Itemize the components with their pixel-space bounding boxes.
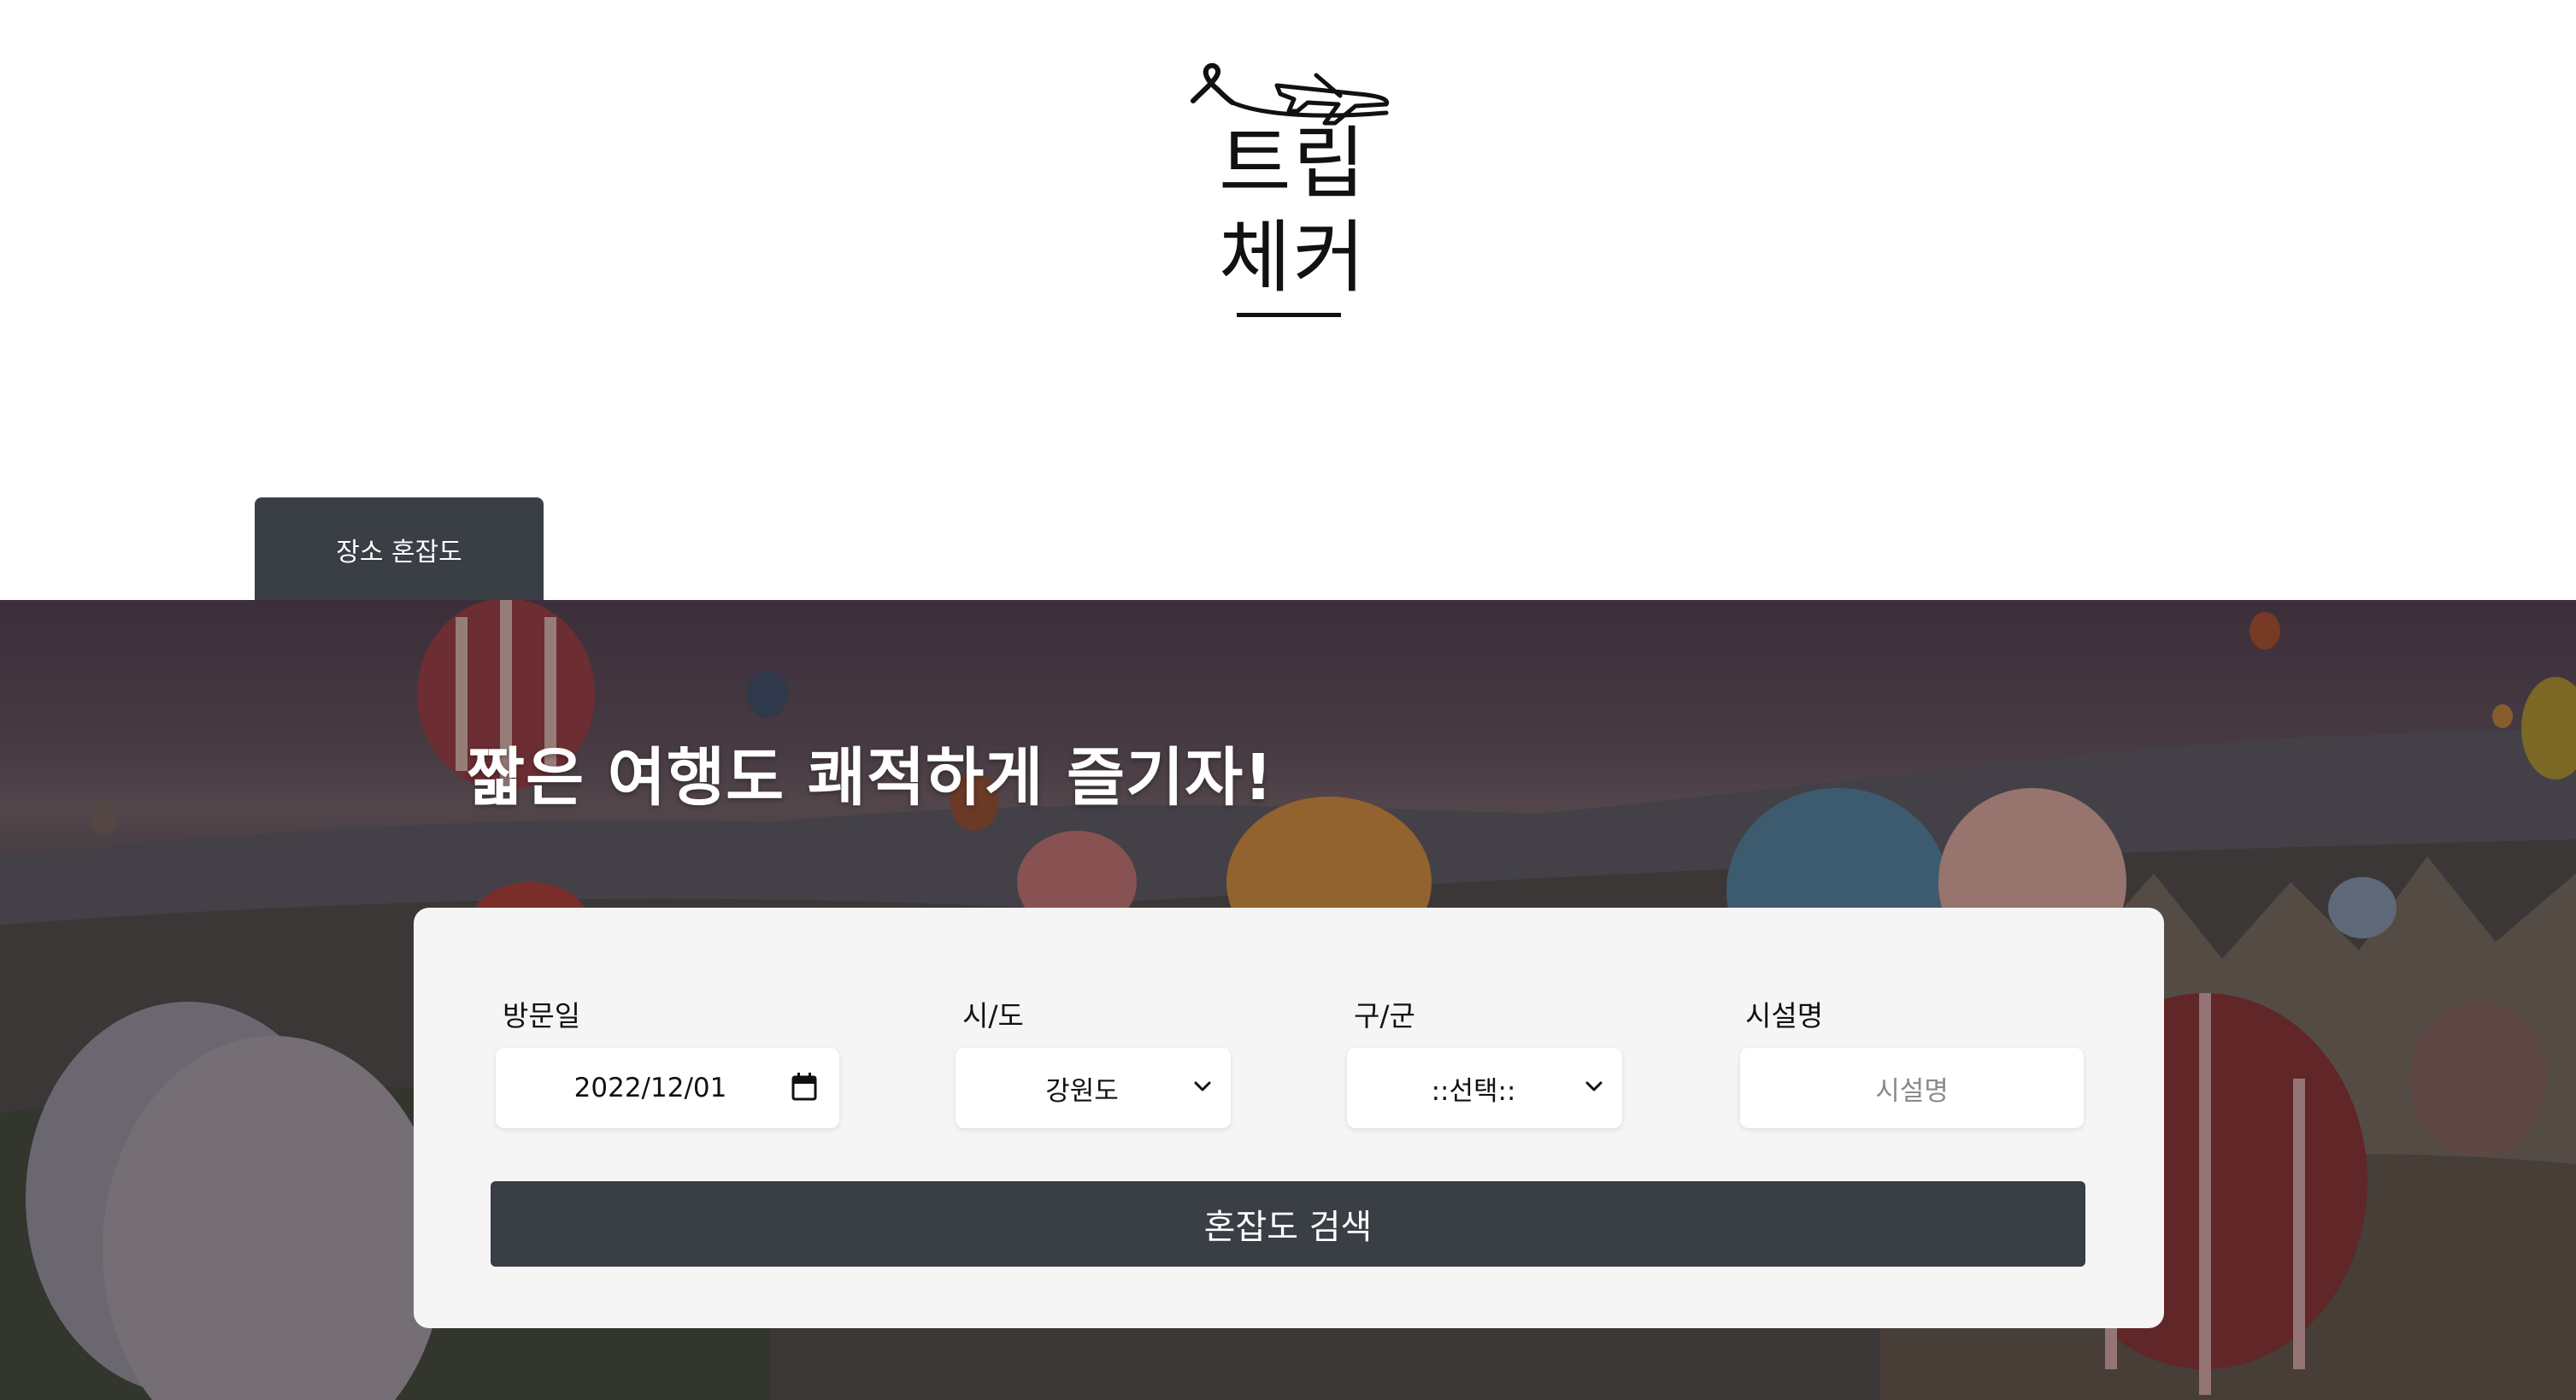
visit-date-input[interactable]: 2022/12/01 [496,1048,839,1128]
congestion-search-button[interactable]: 혼잡도 검색 [491,1181,2085,1267]
hero-section: 짧은 여행도 쾌적하게 즐기자! 방문일 2022/12/01 시/도 강원도 … [0,600,2576,1400]
tab-place-congestion[interactable]: 장소 혼잡도 [255,497,544,602]
province-select[interactable]: 강원도 [956,1048,1231,1128]
calendar-icon[interactable] [791,1072,817,1101]
facility-name-input[interactable]: 시설명 [1740,1048,2084,1128]
district-select[interactable]: ::선택:: [1347,1048,1622,1128]
facility-name-label: 시설명 [1745,999,1824,1032]
logo-underline [1237,313,1341,317]
visit-date-label: 방문일 [503,999,581,1032]
logo-text-line1: 트립 [1219,118,1367,209]
search-panel: 방문일 2022/12/01 시/도 강원도 구/군 ::선택:: 시설명 시설… [414,908,2164,1328]
hero-headline: 짧은 여행도 쾌적하게 즐기자! [467,741,1273,815]
site-logo[interactable]: 트립 체커 [1179,51,1402,325]
province-label: 시/도 [962,999,1024,1032]
chevron-down-icon [1585,1081,1603,1091]
logo-text-line2: 체커 [1219,212,1367,303]
chevron-down-icon [1194,1081,1211,1091]
district-label: 구/군 [1354,999,1415,1032]
